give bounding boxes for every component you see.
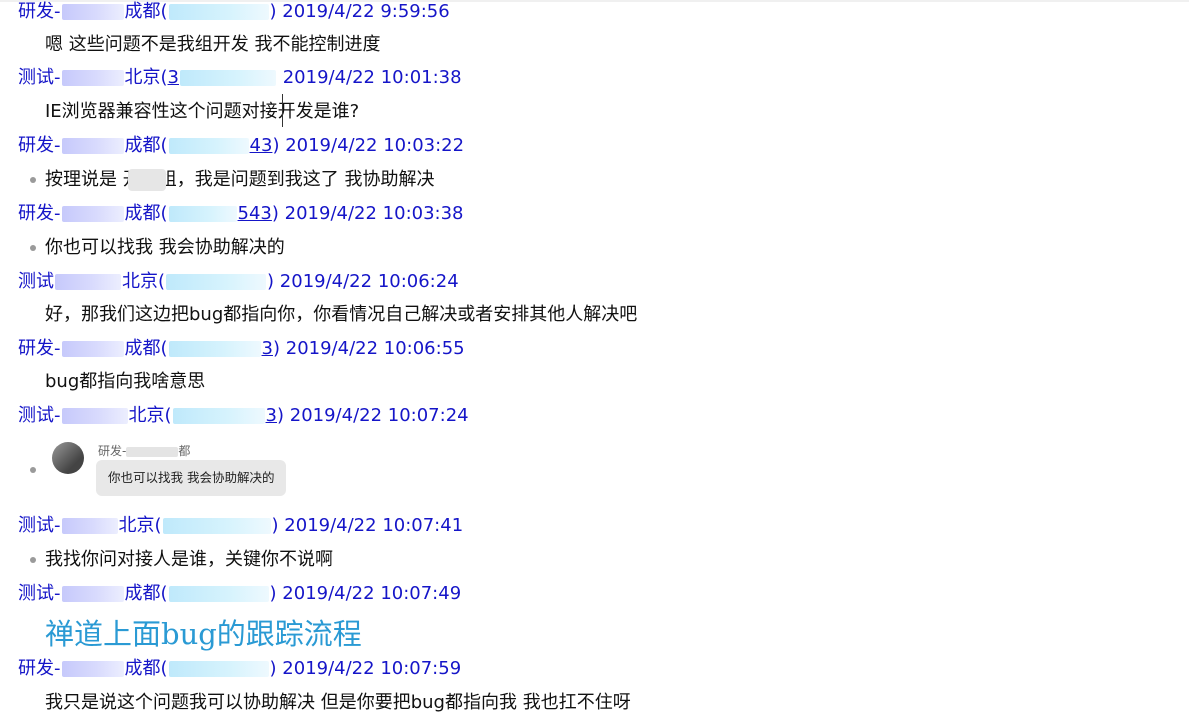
contact-id-link[interactable]: 543 — [238, 203, 272, 224]
message-header: 研发- 成都() 2019/4/22 10:07:59 — [18, 658, 462, 679]
message-header: 研发- 成都() 2019/4/22 9:59:56 — [18, 1, 450, 22]
message-time: 2019/4/22 10:03:38 — [284, 203, 464, 224]
redacted-name — [61, 586, 124, 602]
redacted-id — [168, 341, 261, 357]
message-text[interactable]: 好，那我们这边把bug都指向你，你看情况自己解决或者安排其他人解决吧 — [45, 303, 637, 327]
bullet-icon — [30, 245, 36, 251]
contact-id-link[interactable]: 3 — [262, 338, 273, 359]
bullet-icon — [30, 557, 36, 563]
redacted-smudge — [128, 169, 166, 191]
bullet-icon — [30, 177, 36, 183]
message-time: 2019/4/22 10:07:24 — [289, 405, 469, 426]
quoted-bubble: 你也可以找我 我会协助解决的 — [96, 460, 287, 496]
redacted-name — [55, 274, 121, 290]
contact-id-link[interactable]: 3 — [168, 67, 179, 88]
redacted-id — [168, 4, 269, 20]
redacted-name — [61, 518, 118, 534]
message-time: 2019/4/22 10:07:59 — [282, 658, 462, 679]
message-text[interactable]: 嗯 这些问题不是我组开发 我不能控制进度 — [45, 33, 380, 57]
redacted-id — [168, 138, 249, 154]
contact-id-link[interactable]: 3 — [266, 405, 277, 426]
quoted-sender: 研发- 都 — [98, 444, 191, 458]
message-time: 2019/4/22 10:06:55 — [285, 338, 465, 359]
redacted-id — [168, 661, 269, 677]
redacted-name — [61, 341, 124, 357]
redacted-name — [61, 408, 128, 424]
message-header: 测试- 北京(3 2019/4/22 10:01:38 — [18, 67, 462, 88]
quoted-message[interactable]: 研发- 都 你也可以找我 我会协助解决的 — [52, 438, 312, 504]
redacted-name — [61, 661, 124, 677]
message-text[interactable]: 按理说是 开发组，我是问题到我这了 我协助解决 — [45, 168, 434, 192]
redacted-name — [61, 206, 124, 222]
message-header: 研发- 成都(3) 2019/4/22 10:06:55 — [18, 338, 465, 359]
message-header: 测试- 北京(3) 2019/4/22 10:07:24 — [18, 405, 469, 426]
message-text[interactable]: 我只是说这个问题我可以协助解决 但是你要把bug都指向我 我也扛不住呀 — [45, 691, 631, 715]
message-time: 2019/4/22 10:01:38 — [282, 67, 462, 88]
message-text[interactable]: bug都指向我啥意思 — [45, 370, 205, 394]
redacted-name — [61, 4, 124, 20]
message-header: 研发- 成都(43) 2019/4/22 10:03:22 — [18, 135, 465, 156]
chat-history: 研发- 成都() 2019/4/22 9:59:56 嗯 这些问题不是我组开发 我… — [0, 0, 1189, 717]
redacted-id — [172, 408, 265, 424]
redacted-id — [179, 70, 276, 86]
redacted-id — [162, 518, 271, 534]
message-time: 2019/4/22 10:07:41 — [284, 515, 464, 536]
large-message-text[interactable]: 禅道上面bug的跟踪流程 — [45, 614, 362, 654]
message-time: 2019/4/22 10:03:22 — [285, 135, 465, 156]
message-header: 测试- 成都() 2019/4/22 10:07:49 — [18, 583, 462, 604]
redacted-id — [168, 206, 237, 222]
message-time: 2019/4/22 10:07:49 — [282, 583, 462, 604]
bullet-icon — [30, 467, 36, 473]
message-text[interactable]: 你也可以找我 我会协助解决的 — [45, 236, 285, 260]
redacted-name — [61, 70, 124, 86]
message-time: 2019/4/22 10:06:24 — [279, 271, 459, 292]
message-text[interactable]: IE浏览器兼容性这个问题对接开发是谁? — [45, 100, 359, 124]
redacted-id — [166, 274, 267, 290]
redacted-name — [61, 138, 124, 154]
message-header: 研发- 成都(543) 2019/4/22 10:03:38 — [18, 203, 464, 224]
redacted-name — [126, 446, 179, 457]
message-text[interactable]: 我找你问对接人是谁，关键你不说啊 — [45, 548, 333, 572]
message-header: 测试 北京() 2019/4/22 10:06:24 — [18, 271, 459, 292]
text-cursor — [282, 94, 283, 127]
message-header: 测试- 北京() 2019/4/22 10:07:41 — [18, 515, 464, 536]
message-time: 2019/4/22 9:59:56 — [282, 1, 450, 22]
redacted-id — [168, 586, 269, 602]
avatar — [52, 442, 84, 474]
contact-id-link[interactable]: 43 — [250, 135, 273, 156]
